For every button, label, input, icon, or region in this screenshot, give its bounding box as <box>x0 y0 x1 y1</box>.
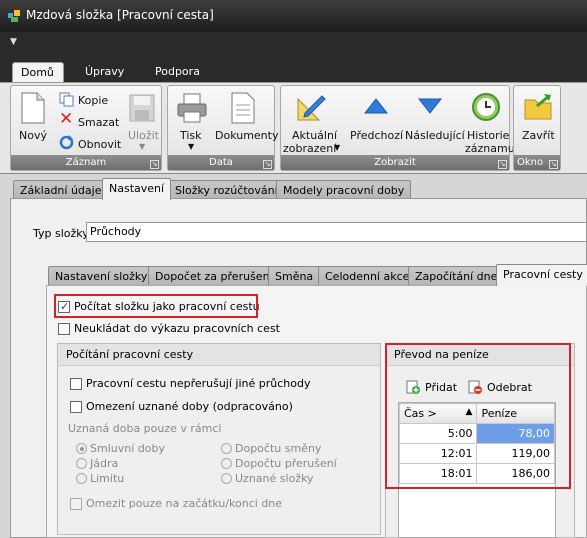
tab-zapocitani-dne[interactable]: Započítání dne <box>408 266 505 286</box>
tab-nastaveni[interactable]: Nastavení <box>102 178 172 200</box>
group-zobrazit: Aktuální zobrazení ▼ Předchozí Následují… <box>280 85 515 171</box>
typ-slozky-input[interactable]: Průchody <box>86 222 587 242</box>
radio-dopoctu-preruseni[interactable] <box>221 458 232 469</box>
ulozit-button[interactable]: Uložit <box>128 129 159 142</box>
smazat-button[interactable]: Smazat <box>78 116 119 129</box>
aktualni-dropdown-icon[interactable]: ▼ <box>334 143 340 152</box>
ribbon-tab-podpora[interactable]: Podpora <box>147 62 208 82</box>
neukladat-label: Neukládat do výkazu pracovních cest <box>74 322 280 335</box>
dialog-launcher-icon[interactable]: ↘ <box>263 160 272 169</box>
copy-icon <box>59 92 74 107</box>
omezit-label: Omezit pouze na začátku/konci dne <box>86 497 283 510</box>
app-icon <box>8 10 20 22</box>
radio-smluvni-doby[interactable] <box>76 443 87 454</box>
zavrit-button[interactable]: Zavřít <box>522 129 555 142</box>
printer-icon <box>177 93 207 123</box>
delete-icon: ✕ <box>59 109 74 129</box>
group-title-zobrazit: Zobrazit <box>281 155 509 170</box>
dokumenty-button[interactable]: Dokumenty <box>215 129 278 142</box>
highlight-box <box>385 343 571 489</box>
tab-slozky-rozuctovani[interactable]: Složky rozúčtování <box>168 180 285 200</box>
documents-icon <box>231 92 255 124</box>
dialog-launcher-icon[interactable]: ↘ <box>498 160 507 169</box>
omezeni-label: Omezení uznané doby (odpracováno) <box>86 400 293 413</box>
tab-zakladni-udaje[interactable]: Základní údaje <box>13 180 109 200</box>
ribbon-tab-bar: Domů Úpravy Podpora <box>0 56 587 82</box>
uznana-label: Uznaná doba pouze v rámci <box>68 422 222 435</box>
quick-access-toolbar <box>0 32 587 56</box>
dialog-launcher-icon[interactable]: ↘ <box>549 160 558 169</box>
radio-uznane-slozky[interactable] <box>221 473 232 484</box>
tab-dopocet-za-preruseni[interactable]: Dopočet za přerušení <box>148 266 280 286</box>
typ-slozky-label: Typ složky <box>33 227 89 240</box>
tab-celodenni-akce[interactable]: Celodenní akce <box>318 266 417 286</box>
novy-button[interactable]: Nový <box>19 129 47 142</box>
tisk-button[interactable]: Tisk <box>180 129 202 142</box>
aktualni-zobrazeni-line1[interactable]: Aktuální <box>292 129 337 142</box>
neukladat-checkbox[interactable] <box>58 323 70 335</box>
aktualni-zobrazeni-line2[interactable]: zobrazení <box>283 142 336 155</box>
ribbon-tab-domu[interactable]: Domů <box>12 62 64 82</box>
radio-jadra[interactable] <box>76 458 87 469</box>
tab-smena[interactable]: Směna <box>268 266 321 286</box>
group-title-zaznam: Záznam <box>11 155 161 170</box>
group-title-data: Data <box>168 155 274 170</box>
highlight-box <box>54 294 258 318</box>
tab-pracovni-cesty[interactable]: Pracovní cesty <box>496 264 587 286</box>
tisk-dropdown-icon[interactable]: ▼ <box>188 142 194 151</box>
tab-modely-pracovni-doby[interactable]: Modely pracovní doby <box>276 180 412 200</box>
radio-limitu[interactable] <box>76 473 87 484</box>
nasledujici-button[interactable]: Následující <box>405 129 465 142</box>
ribbon: Nový Kopie ✕ Smazat Obnovit Uložit ▼ Záz… <box>0 82 587 174</box>
window-title: Mzdová složka [Pracovní cesta] <box>26 8 214 22</box>
ulozit-dropdown-icon[interactable]: ▼ <box>139 142 145 151</box>
ribbon-tab-upravy[interactable]: Úpravy <box>77 62 132 82</box>
customize-toolbar-icon[interactable]: ▼ <box>10 37 17 47</box>
previous-arrow-icon <box>364 98 388 114</box>
tab-nastaveni-slozky[interactable]: Nastavení složky <box>48 266 155 286</box>
dialog-launcher-icon[interactable]: ↘ <box>150 160 159 169</box>
historie-line1[interactable]: Historie <box>467 129 509 142</box>
neprerusuji-checkbox[interactable] <box>70 378 82 390</box>
predchozi-button[interactable]: Předchozí <box>350 129 403 142</box>
close-folder-icon <box>524 94 552 120</box>
history-clock-icon <box>472 93 500 121</box>
next-arrow-icon <box>418 98 442 114</box>
radio-jadra-label: Jádra <box>90 457 119 470</box>
obnovit-button[interactable]: Obnovit <box>78 138 121 151</box>
radio-dopoctu-preruseni-label: Dopočtu přerušení <box>235 457 337 470</box>
new-document-icon <box>21 92 45 124</box>
group-okno: Zavřít Okno ↘ <box>513 85 561 171</box>
group-data: Tisk ▼ Dokumenty Data ↘ <box>167 85 278 171</box>
historie-line2[interactable]: záznamu <box>465 142 515 155</box>
neprerusuji-label: Pracovní cestu nepřerušují jiné průchody <box>86 377 311 390</box>
save-icon <box>129 94 155 122</box>
radio-uznane-slozky-label: Uznané složky <box>235 472 314 485</box>
radio-limitu-label: Limitu <box>90 472 125 485</box>
ruler-pencil-icon <box>297 95 326 121</box>
radio-dopoctu-smeny[interactable] <box>221 443 232 454</box>
pocitani-title: Počítání pracovní cesty <box>58 344 380 366</box>
radio-dopoctu-smeny-label: Dopočtu směny <box>235 442 322 455</box>
omezeni-checkbox[interactable] <box>70 401 82 413</box>
omezit-checkbox[interactable] <box>70 498 82 510</box>
group-zaznam: Nový Kopie ✕ Smazat Obnovit Uložit ▼ Záz… <box>10 85 162 171</box>
radio-smluvni-doby-label: Smluvní doby <box>90 442 165 455</box>
refresh-icon <box>59 135 74 150</box>
kopie-button[interactable]: Kopie <box>78 94 108 107</box>
